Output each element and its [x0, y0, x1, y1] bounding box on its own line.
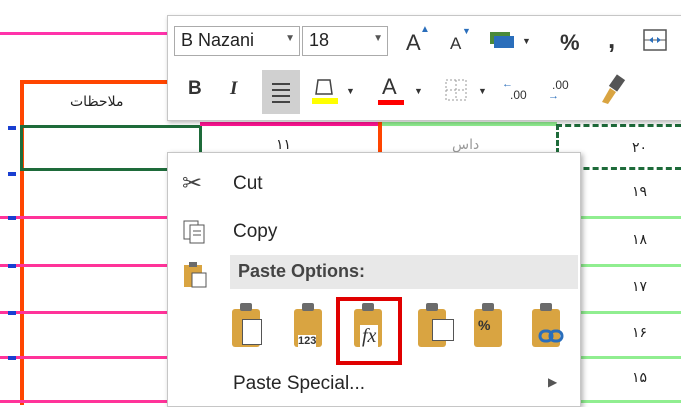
bold-button[interactable]: B [188, 78, 202, 100]
chevron-down-icon[interactable]: ▼ [414, 86, 423, 96]
increase-font-size-icon[interactable]: A [406, 30, 421, 56]
notes-header: ملاحظات [70, 94, 124, 110]
paste-formatting-button[interactable]: % [468, 301, 514, 357]
row-line [0, 311, 170, 314]
font-size: 18 [309, 30, 330, 50]
borders-icon[interactable] [444, 78, 468, 102]
blue-tick [8, 264, 16, 268]
chevron-down-icon[interactable]: ▼ [478, 86, 487, 96]
percent-icon: % [478, 317, 491, 333]
paste-button[interactable] [226, 301, 272, 357]
red-col-border [378, 122, 382, 154]
paste-icon [182, 261, 208, 289]
menu-item-paste-special[interactable]: Paste Special... ▶ [168, 365, 580, 401]
font-color-icon[interactable]: A [376, 74, 406, 108]
menu-item-cut[interactable]: ✂ Cut [168, 165, 580, 201]
chevron-down-icon[interactable]: ▼ [285, 33, 295, 44]
chevron-right-icon: ▶ [548, 375, 558, 389]
percent-style-icon[interactable]: % [560, 30, 580, 56]
row-line-right [578, 216, 681, 219]
center-align-button[interactable] [262, 70, 300, 114]
cell-11: ١١ [276, 137, 292, 153]
blue-tick [8, 172, 16, 176]
chevron-down-icon[interactable]: ▼ [346, 86, 355, 96]
copy-icon [182, 219, 208, 245]
row-line [0, 400, 170, 403]
paste-values-badge: 123 [298, 335, 317, 347]
increase-decimal-icon[interactable]: ← .00 [502, 76, 536, 106]
row-number: ١۵ [632, 370, 648, 386]
menu-item-copy[interactable]: Copy [168, 213, 580, 249]
decimal-increase-label: .00 [510, 88, 527, 102]
blue-tick [8, 216, 16, 220]
row-number: ١٨ [632, 232, 648, 248]
cut-label: Cut [233, 173, 263, 194]
mini-toolbar: B Nazani ▼ 18 ▼ A ▲ A ▼ ▼ % , B I ▼ A ▼ … [167, 15, 681, 121]
increase-arrow-icon: ▲ [420, 24, 430, 35]
scissors-icon: ✂ [182, 170, 203, 197]
paste-values-button[interactable]: 123 [288, 301, 334, 357]
row-line-right [578, 400, 681, 403]
font-name-box[interactable]: B Nazani ▼ [174, 26, 300, 56]
row-line-right [578, 311, 681, 314]
chevron-down-icon[interactable]: ▼ [373, 33, 383, 44]
italic-button[interactable]: I [230, 78, 237, 100]
decrease-font-size-icon[interactable]: A [450, 34, 461, 54]
format-painter-icon[interactable] [598, 74, 628, 106]
pink-cell-border [200, 122, 380, 126]
font-name: B Nazani [181, 30, 255, 50]
paste-options-label: Paste Options: [238, 261, 366, 281]
row-number: ٢٠ [632, 140, 648, 156]
paste-transpose-button[interactable] [412, 301, 458, 357]
row-number: ١٧ [632, 279, 648, 295]
link-icon [538, 329, 564, 343]
row-line [0, 356, 170, 359]
fill-color-icon[interactable] [310, 74, 340, 108]
paste-link-button[interactable] [526, 301, 572, 357]
paste-options-header: Paste Options: [230, 255, 578, 289]
font-size-box[interactable]: 18 ▼ [302, 26, 388, 56]
comma-style-icon[interactable]: , [608, 24, 615, 55]
accounting-format-icon[interactable] [488, 28, 514, 50]
decrease-decimal-icon[interactable]: .00 → [548, 76, 582, 106]
row-line-right [578, 356, 681, 359]
decrease-arrow-icon: ▼ [462, 26, 471, 36]
font-color-letter: A [382, 74, 397, 99]
blue-tick [8, 356, 16, 360]
cell-das: داس [452, 137, 480, 153]
blue-tick [8, 311, 16, 315]
row-line [0, 216, 170, 219]
paste-special-label: Paste Special... [233, 373, 366, 394]
row-number: ١٩ [632, 184, 648, 200]
copy-label: Copy [233, 221, 278, 242]
blue-tick [8, 126, 16, 130]
context-menu: ✂ Cut Copy Paste Options: 123 fx % Paste… [167, 152, 581, 407]
merge-center-icon[interactable] [642, 28, 668, 52]
row-number: ١۶ [632, 325, 648, 341]
light-green-border [382, 122, 557, 126]
row-line [0, 264, 170, 267]
chevron-down-icon[interactable]: ▼ [522, 36, 531, 46]
selected-paste-highlight [336, 297, 402, 365]
row-line-right [578, 264, 681, 267]
